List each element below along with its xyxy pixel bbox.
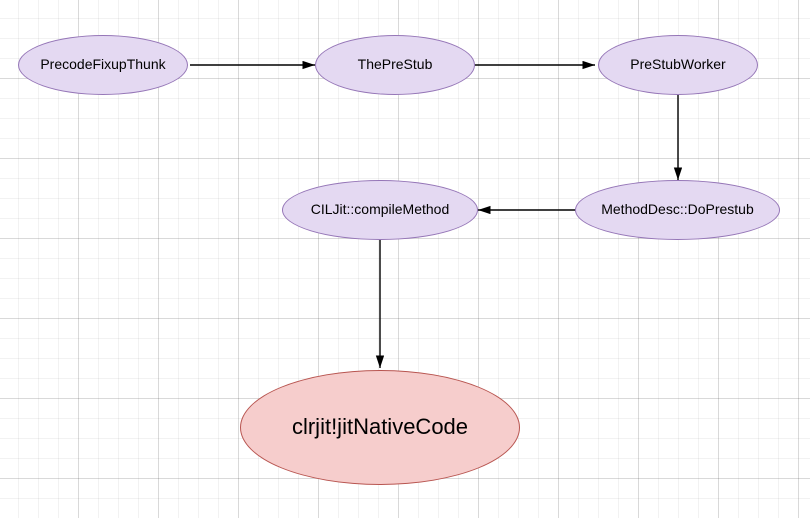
node-label: PrecodeFixupThunk [40,57,165,72]
node-doprestub[interactable]: MethodDesc::DoPrestub [575,180,780,240]
node-label: ThePreStub [358,57,433,72]
node-prestub[interactable]: ThePreStub [315,35,475,95]
node-worker[interactable]: PreStubWorker [598,35,758,95]
node-label: CILJit::compileMethod [311,202,450,217]
diagram-canvas: PrecodeFixupThunk ThePreStub PreStubWork… [0,0,810,518]
node-label: MethodDesc::DoPrestub [601,202,754,217]
node-native[interactable]: clrjit!jitNativeCode [240,370,520,485]
node-compile[interactable]: CILJit::compileMethod [282,180,478,240]
node-label: clrjit!jitNativeCode [292,415,468,439]
node-label: PreStubWorker [630,57,725,72]
node-precode[interactable]: PrecodeFixupThunk [18,35,188,95]
